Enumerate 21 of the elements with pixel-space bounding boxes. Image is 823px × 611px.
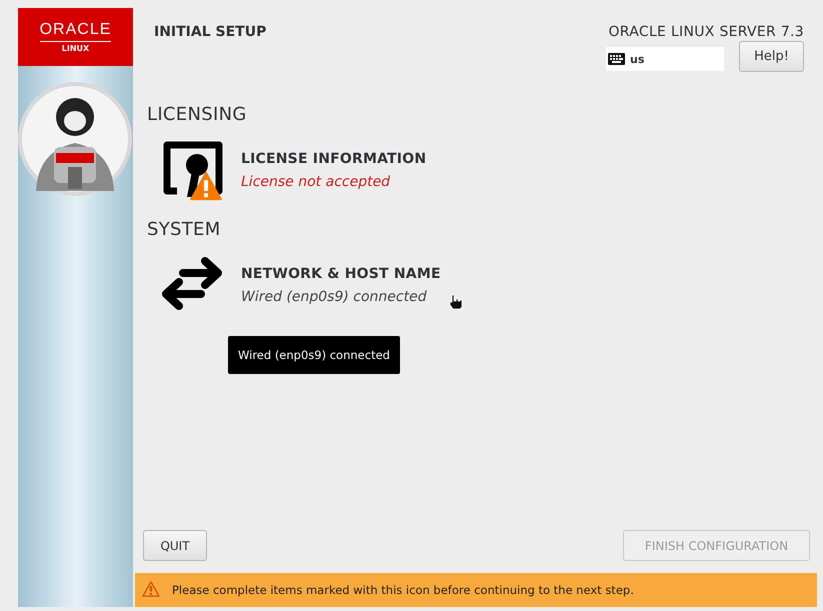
- logo-product: LINUX: [62, 44, 90, 52]
- keyboard-icon: [608, 53, 625, 65]
- section-heading: SYSTEM: [146, 219, 222, 241]
- hand-cursor-icon: [449, 294, 463, 310]
- spoke-status: License not accepted: [241, 172, 392, 192]
- spoke-title[interactable]: LICENSE INFORMATION: [241, 148, 426, 170]
- tooltip: Wired (enp0s9) connected: [228, 336, 400, 374]
- page-title: INITIAL SETUP: [154, 24, 266, 42]
- section-heading: LICENSING: [146, 104, 248, 126]
- license-icon[interactable]: [163, 141, 223, 197]
- warning-icon: [189, 171, 223, 201]
- quit-button[interactable]: QUIT: [143, 530, 207, 561]
- spoke-title[interactable]: NETWORK & HOST NAME: [241, 262, 441, 286]
- warning-icon: [142, 580, 160, 596]
- network-icon[interactable]: [161, 256, 223, 312]
- spoke-status: Wired (enp0s9) connected: [241, 288, 428, 306]
- help-button[interactable]: Help!: [739, 41, 804, 72]
- product-name: ORACLE LINUX SERVER 7.3: [608, 24, 804, 40]
- keyboard-layout-field[interactable]: us: [606, 47, 724, 71]
- warning-message: Please complete items marked with this icon before continuing to the next step.: [172, 583, 634, 597]
- logo-brand: ORACLE: [40, 22, 112, 42]
